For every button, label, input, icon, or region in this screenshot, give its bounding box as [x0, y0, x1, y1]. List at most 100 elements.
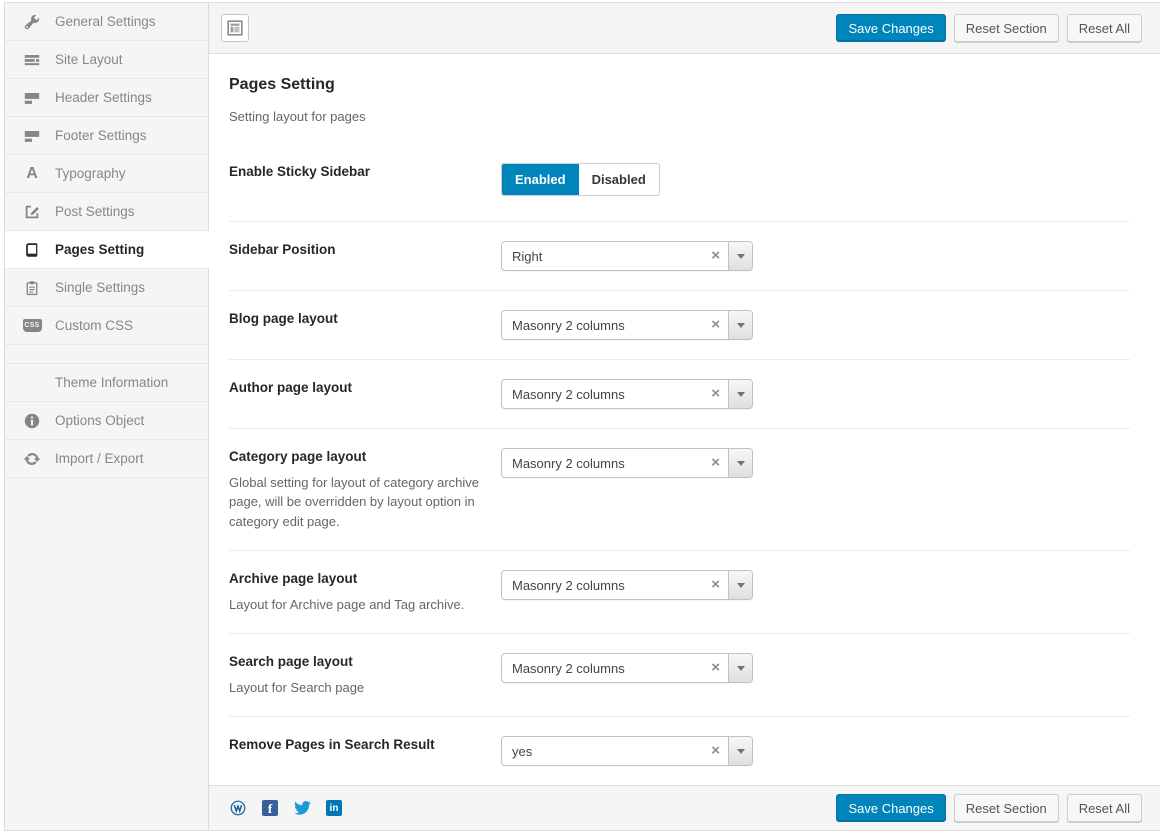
- select-value: Masonry 2 columns: [502, 456, 703, 471]
- field-row-blog-page-layout: Blog page layoutMasonry 2 columns×: [229, 291, 1130, 360]
- info-icon: [22, 411, 42, 431]
- field-control-column: EnabledDisabled: [501, 163, 660, 196]
- field-row-author-page-layout: Author page layout Masonry 2 columns×: [229, 360, 1130, 429]
- twitter-icon[interactable]: [293, 799, 311, 817]
- clear-selection-icon[interactable]: ×: [703, 571, 728, 599]
- dropdown-toggle-button[interactable]: [728, 737, 752, 765]
- linkedin-icon[interactable]: in: [325, 799, 343, 817]
- field-label: Remove Pages in Search Result: [229, 736, 481, 754]
- wrench-icon: [22, 12, 42, 32]
- fields-list: Enable Sticky SidebarEnabledDisabledSide…: [229, 138, 1130, 785]
- select-value: Masonry 2 columns: [502, 578, 703, 593]
- field-description: Layout for Archive page and Tag archive.: [229, 595, 481, 615]
- select-control[interactable]: Right×: [501, 241, 753, 271]
- footer-actions: Save Changes Reset Section Reset All: [836, 794, 1142, 822]
- select-control[interactable]: yes×: [501, 736, 753, 766]
- panel-layout-toggle-button[interactable]: [221, 14, 249, 42]
- clear-selection-icon[interactable]: ×: [703, 311, 728, 339]
- page-subtitle: Setting layout for pages: [229, 109, 1130, 124]
- select-value: Right: [502, 249, 703, 264]
- top-toolbar: Save Changes Reset Section Reset All: [209, 3, 1160, 54]
- bottom-toolbar: f in Save Changes Reset Section Reset All: [209, 785, 1160, 830]
- clear-selection-icon[interactable]: ×: [703, 654, 728, 682]
- field-label: Author page layout: [229, 379, 481, 397]
- select-value: yes: [502, 744, 703, 759]
- field-row-remove-pages-in-search-result: Remove Pages in Search Result yes×: [229, 717, 1130, 785]
- field-label-column: Remove Pages in Search Result: [229, 736, 501, 754]
- field-label: Search page layout: [229, 653, 481, 671]
- no-icon: [22, 373, 42, 393]
- wordpress-icon[interactable]: [229, 799, 247, 817]
- clear-selection-icon[interactable]: ×: [703, 242, 728, 270]
- settings-sidebar: General Settings Site Layout Header Settin…: [5, 3, 209, 830]
- sidebar-item-label: Custom CSS: [55, 318, 133, 333]
- sidebar-item-custom-css[interactable]: CSS Custom CSS: [5, 307, 208, 345]
- sidebar-item-theme-information[interactable]: Theme Information: [5, 364, 208, 402]
- sidebar-item-label: Import / Export: [55, 451, 144, 466]
- field-label-column: Author page layout: [229, 379, 501, 397]
- facebook-icon[interactable]: f: [261, 799, 279, 817]
- sidebar-item-label: Post Settings: [55, 204, 135, 219]
- sidebar-item-single-settings[interactable]: Single Settings: [5, 269, 208, 307]
- select-control[interactable]: Masonry 2 columns×: [501, 379, 753, 409]
- header-icon: [22, 88, 42, 108]
- field-label: Enable Sticky Sidebar: [229, 163, 481, 181]
- toolbar-actions: Save Changes Reset Section Reset All: [836, 14, 1142, 42]
- clear-selection-icon[interactable]: ×: [703, 449, 728, 477]
- toggle-option-enabled[interactable]: Enabled: [502, 163, 579, 196]
- sidebar-item-post-settings[interactable]: Post Settings: [5, 193, 208, 231]
- field-label-column: Search page layoutLayout for Search page: [229, 653, 501, 697]
- save-changes-button[interactable]: Save Changes: [836, 794, 945, 822]
- sidebar-item-options-object[interactable]: Options Object: [5, 402, 208, 440]
- field-label-column: Archive page layoutLayout for Archive pa…: [229, 570, 501, 614]
- main-panel: Save Changes Reset Section Reset All Pag…: [209, 3, 1160, 830]
- field-control-column: Masonry 2 columns×: [501, 310, 753, 340]
- sidebar-divider: [5, 345, 208, 364]
- field-label-column: Category page layoutGlobal setting for l…: [229, 448, 501, 531]
- sidebar-item-site-layout[interactable]: Site Layout: [5, 41, 208, 79]
- reset-all-button[interactable]: Reset All: [1067, 14, 1142, 42]
- footer-icon: [22, 126, 42, 146]
- toggle-option-disabled[interactable]: Disabled: [579, 164, 659, 195]
- sidebar-item-general-settings[interactable]: General Settings: [5, 3, 208, 41]
- field-row-category-page-layout: Category page layoutGlobal setting for l…: [229, 429, 1130, 551]
- save-changes-button[interactable]: Save Changes: [836, 14, 945, 42]
- select-value: Masonry 2 columns: [502, 318, 703, 333]
- dropdown-toggle-button[interactable]: [728, 380, 752, 408]
- dropdown-toggle-button[interactable]: [728, 449, 752, 477]
- reset-section-button[interactable]: Reset Section: [954, 14, 1059, 42]
- field-row-archive-page-layout: Archive page layoutLayout for Archive pa…: [229, 551, 1130, 634]
- reset-section-button[interactable]: Reset Section: [954, 794, 1059, 822]
- dropdown-toggle-button[interactable]: [728, 311, 752, 339]
- sidebar-item-typography[interactable]: ATypography: [5, 155, 208, 193]
- clipboard-icon: [22, 278, 42, 298]
- dropdown-toggle-button[interactable]: [728, 242, 752, 270]
- clear-selection-icon[interactable]: ×: [703, 380, 728, 408]
- select-control[interactable]: Masonry 2 columns×: [501, 570, 753, 600]
- refresh-icon: [22, 449, 42, 469]
- clear-selection-icon[interactable]: ×: [703, 737, 728, 765]
- css-icon: CSS: [22, 316, 42, 336]
- sidebar-item-footer-settings[interactable]: Footer Settings: [5, 117, 208, 155]
- sidebar-item-label: Typography: [55, 166, 126, 181]
- reset-all-button[interactable]: Reset All: [1067, 794, 1142, 822]
- field-label: Category page layout: [229, 448, 481, 466]
- sidebar-item-label: Footer Settings: [55, 128, 147, 143]
- dropdown-toggle-button[interactable]: [728, 654, 752, 682]
- layout-rows-icon: [22, 50, 42, 70]
- sidebar-item-header-settings[interactable]: Header Settings: [5, 79, 208, 117]
- select-control[interactable]: Masonry 2 columns×: [501, 310, 753, 340]
- dropdown-toggle-button[interactable]: [728, 571, 752, 599]
- sidebar-item-import-export[interactable]: Import / Export: [5, 440, 208, 478]
- sidebar-item-label: Site Layout: [55, 52, 123, 67]
- select-value: Masonry 2 columns: [502, 661, 703, 676]
- sidebar-item-label: Header Settings: [55, 90, 152, 105]
- select-control[interactable]: Masonry 2 columns×: [501, 653, 753, 683]
- field-label-column: Enable Sticky Sidebar: [229, 163, 501, 181]
- sidebar-item-pages-setting[interactable]: Pages Setting: [5, 231, 209, 269]
- sidebar-item-label: General Settings: [55, 14, 156, 29]
- page-title: Pages Setting: [229, 76, 1130, 94]
- chevron-down-icon: [737, 583, 745, 588]
- chevron-down-icon: [737, 461, 745, 466]
- select-control[interactable]: Masonry 2 columns×: [501, 448, 753, 478]
